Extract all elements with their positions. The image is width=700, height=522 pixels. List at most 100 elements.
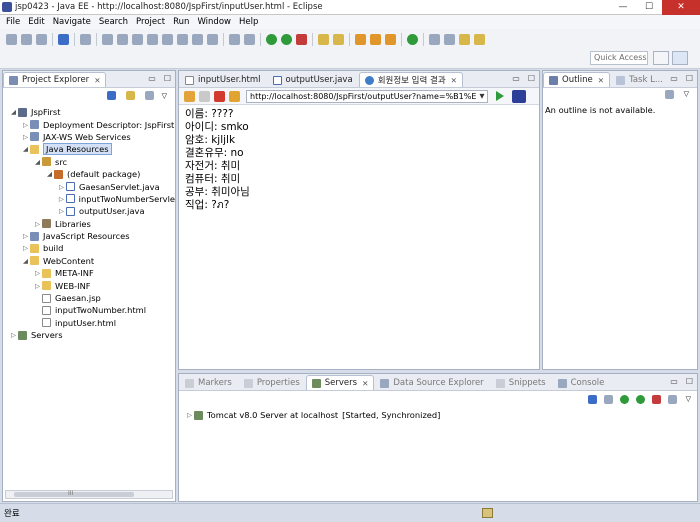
maximize-view-icon[interactable]: ☐: [686, 74, 693, 83]
menu-search[interactable]: Search: [95, 17, 132, 27]
menu-navigate[interactable]: Navigate: [49, 17, 95, 27]
tree-item[interactable]: ◢ src: [9, 156, 175, 168]
tree-twisty-icon[interactable]: ◢: [9, 108, 18, 116]
tab-inputuser-html[interactable]: inputUser.html: [179, 72, 267, 87]
terminate-icon[interactable]: [132, 33, 143, 45]
tree-item[interactable]: inputUser.html: [9, 317, 175, 329]
tab-properties[interactable]: Properties: [238, 375, 306, 390]
tree-item[interactable]: ▷ build: [9, 242, 175, 254]
tab-browser-result[interactable]: 회원정보 입력 결과 ✕: [358, 72, 463, 87]
toggle-block-selection-icon[interactable]: [229, 33, 240, 45]
tree-twisty-icon[interactable]: ◢: [21, 257, 30, 265]
horizontal-scrollbar[interactable]: III: [5, 490, 173, 499]
profile-server-icon[interactable]: [635, 394, 645, 404]
tree-item[interactable]: ▷ Servers: [9, 329, 175, 341]
tree-twisty-icon[interactable]: ▷: [21, 121, 30, 129]
back-icon[interactable]: [184, 90, 195, 102]
new-java-class-icon[interactable]: [333, 33, 344, 45]
tree-item[interactable]: ▷ Libraries: [9, 218, 175, 230]
close-button[interactable]: ✕: [662, 0, 700, 15]
tree-item[interactable]: ▷ outputUser.java: [9, 205, 175, 217]
annotation-prev-icon[interactable]: [444, 33, 455, 45]
tree-item[interactable]: ▷ inputTwoNumberServle: [9, 193, 175, 205]
refresh-icon[interactable]: [229, 90, 240, 102]
view-menu-icon[interactable]: [144, 91, 154, 100]
chevron-down-icon[interactable]: ▽: [162, 92, 167, 100]
minimize-view-icon[interactable]: ▭: [670, 74, 678, 83]
open-console-icon[interactable]: [58, 33, 69, 45]
tree-twisty-icon[interactable]: ▷: [33, 282, 42, 290]
quick-access-input[interactable]: Quick Access: [590, 51, 648, 65]
disconnect-icon[interactable]: [147, 33, 158, 45]
publish-icon[interactable]: [667, 394, 677, 404]
collapse-all-icon[interactable]: [106, 91, 116, 100]
resume-icon[interactable]: [102, 33, 113, 45]
step-into-icon[interactable]: [162, 33, 173, 45]
menu-file[interactable]: File: [2, 17, 24, 27]
tree-item[interactable]: ▷ JAX-WS Web Services: [9, 131, 175, 143]
save-all-icon[interactable]: [36, 33, 47, 45]
forward-icon[interactable]: [199, 90, 210, 102]
expand-twisty-icon[interactable]: ▷: [185, 411, 194, 419]
debug-server-icon[interactable]: [603, 394, 613, 404]
java-ee-perspective-icon[interactable]: [672, 51, 688, 65]
link-with-editor-icon[interactable]: [125, 91, 135, 100]
menu-edit[interactable]: Edit: [24, 17, 48, 27]
tab-markers[interactable]: Markers: [179, 375, 238, 390]
tab-outputuser-java[interactable]: outputUser.java: [267, 72, 359, 87]
external-tools-icon[interactable]: [296, 33, 307, 45]
menu-run[interactable]: Run: [169, 17, 193, 27]
tree-twisty-icon[interactable]: ▷: [33, 220, 42, 228]
tab-data-source-explorer[interactable]: Data Source Explorer: [374, 375, 489, 390]
new-java-package-icon[interactable]: [318, 33, 329, 45]
tab-servers[interactable]: Servers ✕: [305, 375, 375, 390]
tree-twisty-icon[interactable]: ▷: [9, 331, 18, 339]
close-icon[interactable]: ✕: [94, 76, 100, 85]
tab-task-list[interactable]: Task L...: [610, 72, 669, 87]
tree-twisty-icon[interactable]: ◢: [45, 170, 54, 178]
view-menu-icon[interactable]: [664, 89, 674, 99]
scrollbar-thumb[interactable]: [14, 492, 134, 497]
maximize-button[interactable]: ☐: [636, 0, 662, 15]
close-icon[interactable]: ✕: [362, 379, 368, 388]
tree-twisty-icon[interactable]: ▷: [21, 244, 30, 252]
chevron-down-icon[interactable]: ▽: [686, 395, 691, 403]
menu-project[interactable]: Project: [132, 17, 169, 27]
save-icon[interactable]: [21, 33, 32, 45]
maximize-view-icon[interactable]: ☐: [686, 377, 693, 386]
server-row[interactable]: ▷ Tomcat v8.0 Server at localhost [Start…: [179, 410, 697, 420]
tree-twisty-icon[interactable]: ▷: [57, 183, 66, 191]
drop-to-frame-icon[interactable]: [207, 33, 218, 45]
menu-window[interactable]: Window: [193, 17, 235, 27]
tree-item[interactable]: ◢ Java Resources: [9, 143, 175, 156]
chevron-down-icon[interactable]: ▼: [477, 90, 487, 102]
tree-item[interactable]: ▷ WEB-INF: [9, 279, 175, 291]
open-type-icon[interactable]: [355, 33, 366, 45]
chevron-down-icon[interactable]: ▽: [684, 90, 689, 98]
url-input[interactable]: http://localhost:8080/JspFirst/outputUse…: [246, 89, 488, 103]
tree-twisty-icon[interactable]: ▷: [57, 195, 66, 203]
status-progress-icon[interactable]: [482, 508, 493, 518]
tree-item[interactable]: ◢ WebContent: [9, 255, 175, 267]
forward-icon[interactable]: [474, 33, 485, 45]
open-perspective-icon[interactable]: [653, 51, 669, 65]
tree-item[interactable]: ▷ META-INF: [9, 267, 175, 279]
tab-outline[interactable]: Outline ✕: [543, 72, 611, 87]
suspend-icon[interactable]: [117, 33, 128, 45]
tree-twisty-icon[interactable]: ◢: [21, 145, 30, 153]
step-over-icon[interactable]: [177, 33, 188, 45]
step-return-icon[interactable]: [192, 33, 203, 45]
tree-twisty-icon[interactable]: ▷: [21, 232, 30, 240]
debug-icon[interactable]: [266, 33, 277, 45]
back-icon[interactable]: [459, 33, 470, 45]
minimize-view-icon[interactable]: ▭: [148, 74, 156, 83]
minimize-view-icon[interactable]: ▭: [670, 377, 678, 386]
close-icon[interactable]: ✕: [451, 76, 457, 85]
show-whitespace-icon[interactable]: [244, 33, 255, 45]
tab-snippets[interactable]: Snippets: [490, 375, 552, 390]
go-icon[interactable]: [496, 91, 504, 101]
menu-help[interactable]: Help: [235, 17, 262, 27]
annotation-next-icon[interactable]: [429, 33, 440, 45]
minimize-button[interactable]: —: [610, 0, 636, 15]
web-browser-icon[interactable]: [407, 33, 418, 45]
